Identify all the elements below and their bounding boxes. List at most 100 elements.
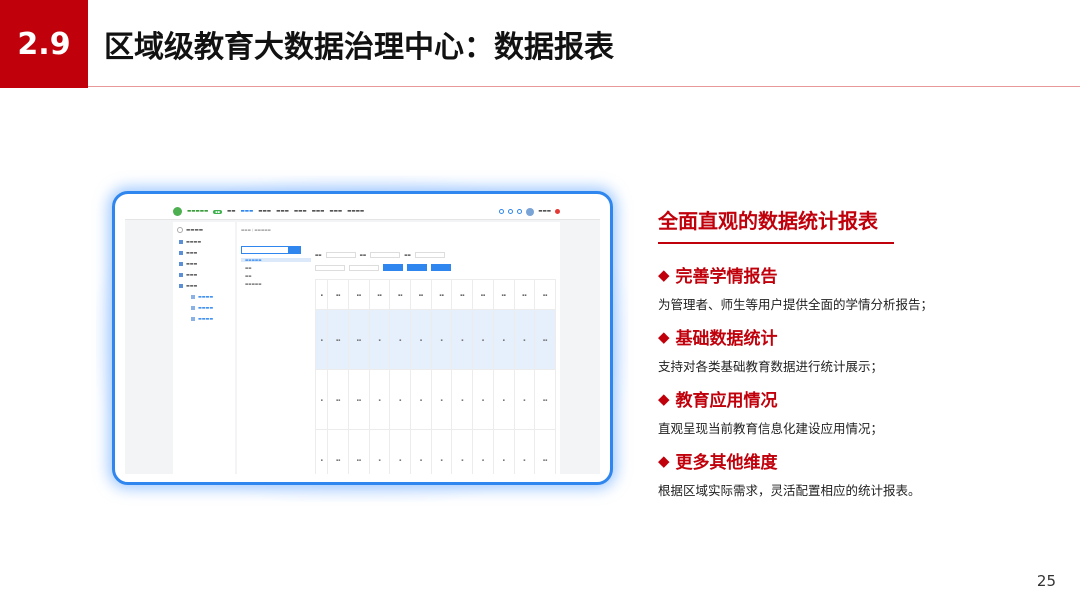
query-button[interactable] (383, 264, 403, 271)
logo-text: ▬▬▬▬▬ (187, 209, 209, 214)
title-divider (88, 86, 1080, 87)
bell-icon[interactable] (508, 209, 514, 214)
sidebar-header: ▬▬▬▬ (177, 227, 235, 233)
folder-icon (179, 250, 183, 255)
badge: ▪▪ (213, 209, 223, 214)
nav-item[interactable]: ▬▬▬▬ (347, 209, 364, 214)
report-table: ▪ ▪▪ ▪▪ ▪▪ ▪▪ ▪▪ ▪▪ ▪▪ ▪▪ ▪▪ ▪▪ ▪▪ ▪ ▪▪ ▪▪ ▪ ▪ ▪ ▪ ▪ ▪ ▪ ▪ ▪▪ … (314, 279, 556, 474)
feature-description: 支持对各类基础教育数据进行统计展示； (658, 359, 884, 374)
search-icon[interactable] (499, 209, 505, 214)
sidebar-item[interactable]: ▬▬▬ (179, 261, 235, 266)
nav-item[interactable]: ▬▬▬ (258, 209, 271, 214)
avatar[interactable] (526, 207, 535, 216)
nav-item[interactable]: ▬▬▬ (329, 209, 342, 214)
filter-label: ▬▬ (404, 253, 411, 257)
feature-heading-text: 基础数据统计 (675, 329, 778, 349)
table-row[interactable]: ▪ ▪▪ ▪▪ ▪ ▪ ▪ ▪ ▪ ▪ ▪ ▪ ▪▪ (314, 369, 556, 430)
sidebar-item[interactable]: ▬▬▬ (179, 250, 235, 255)
table-row[interactable]: ▪ ▪▪ ▪▪ ▪ ▪ ▪ ▪ ▪ ▪ ▪ ▪ ▪▪ (314, 429, 556, 474)
feature-item: ◆ 完善学情报告 为管理者、师生等用户提供全面的学情分析报告； (658, 262, 1068, 313)
nav-item[interactable]: ▬▬ (227, 209, 236, 214)
table-header: ▪▪ (492, 279, 515, 310)
feature-heading: ◆ 教育应用情况 (658, 386, 1068, 412)
file-icon (191, 316, 195, 321)
table-header: ▪▪ (513, 279, 536, 310)
panel-title: 全面直观的数据统计报表 (658, 209, 878, 233)
filter-select[interactable] (349, 264, 379, 271)
export-button[interactable] (431, 264, 451, 271)
feature-item: ◆ 基础数据统计 支持对各类基础教育数据进行统计展示； (658, 324, 1068, 375)
sidebar-item[interactable]: ▬▬▬ (179, 283, 235, 288)
folder-icon (179, 239, 183, 244)
nav-item[interactable]: ▬▬▬ (276, 209, 289, 214)
table-header: ▪▪ (389, 279, 412, 310)
file-icon (191, 305, 195, 310)
help-icon[interactable] (517, 209, 523, 214)
table-header: ▪▪ (534, 279, 556, 310)
filter-row: ▬▬ ▬▬ ▬▬ (315, 252, 556, 258)
feature-heading: ◆ 完善学情报告 (658, 262, 1068, 288)
tree-search-input[interactable] (241, 246, 289, 254)
feature-heading-text: 更多其他维度 (675, 453, 778, 473)
diamond-bullet-icon: ◆ (658, 451, 670, 470)
app-sidebar: ▬▬▬▬ ▬▬▬▬ ▬▬▬ ▬▬▬ ▬▬▬ ▬▬▬ ▬▬▬▬ ▬▬▬▬ ▬▬▬▬ (173, 222, 235, 474)
tree-node[interactable]: ▬▬▬▬▬ (241, 282, 311, 286)
filter-label: ▬▬ (315, 253, 322, 257)
tree-node[interactable]: ▬▬ (241, 274, 311, 278)
tree-node[interactable]: ▬▬ (241, 266, 311, 270)
feature-heading-text: 完善学情报告 (675, 267, 778, 287)
nav-item-active[interactable]: ▬▬▬ (241, 209, 254, 214)
topbar-tools: ▬▬▬ (499, 207, 560, 216)
section-number: 2.9 (0, 0, 88, 88)
feature-panel: 全面直观的数据统计报表 ◆ 完善学情报告 为管理者、师生等用户提供全面的学情分析报… (658, 205, 1068, 510)
tree-search-button[interactable] (289, 246, 301, 254)
table-row[interactable]: ▪ ▪▪ ▪▪ ▪ ▪ ▪ ▪ ▪ ▪ ▪ ▪ ▪▪ (314, 309, 556, 370)
sidebar-subitem[interactable]: ▬▬▬▬ (191, 316, 235, 321)
notification-dot (555, 209, 560, 214)
table-header: ▪▪ (410, 279, 432, 310)
filter-select[interactable] (325, 252, 356, 258)
report-content: ▬▬ ▬▬ ▬▬ ▪ ▪▪ ▪▪ ▪▪ ▪▪ ▪▪ ▪▪ ▪▪ ▪▪ ▪▪ ▪▪… (314, 246, 556, 474)
page-number: 25 (1036, 572, 1056, 590)
tree-node-selected[interactable]: ▬▬▬▬▬ (241, 258, 311, 262)
app-main: ▬▬▬ / ▬▬▬▬▬ ▬▬▬▬▬ ▬▬ ▬▬ ▬▬▬▬▬ ▬▬ ▬▬ ▬▬ ▪… (237, 222, 560, 474)
feature-heading-text: 教育应用情况 (675, 391, 778, 411)
org-tree: ▬▬▬▬▬ ▬▬ ▬▬ ▬▬▬▬▬ (241, 246, 311, 286)
folder-icon (179, 283, 183, 288)
table-header: ▪ (314, 279, 329, 310)
folder-icon (179, 261, 183, 266)
tree-search (241, 246, 311, 254)
table-header: ▪▪ (430, 279, 453, 310)
table-header: ▪▪ (348, 279, 370, 310)
sidebar-subitem-active[interactable]: ▬▬▬▬ (191, 294, 235, 299)
file-icon (191, 294, 195, 299)
action-row (315, 264, 556, 271)
folder-icon (179, 272, 183, 277)
nav-item[interactable]: ▬▬▬ (294, 209, 307, 214)
page-title: 区域级教育大数据治理中心：数据报表 (104, 30, 614, 65)
table-header: ▪▪ (368, 279, 391, 310)
sidebar-subitem[interactable]: ▬▬▬▬ (191, 305, 235, 310)
filter-input[interactable] (414, 252, 445, 258)
menu-icon[interactable] (177, 227, 183, 233)
screenshot-thumbnail: ▬▬▬▬▬ ▪▪ ▬▬ ▬▬▬ ▬▬▬ ▬▬▬ ▬▬▬ ▬▬▬ ▬▬▬ ▬▬▬▬… (125, 204, 600, 474)
filter-select[interactable] (315, 264, 345, 271)
table-header: ▪▪ (472, 279, 494, 310)
feature-description: 根据区域实际需求，灵活配置相应的统计报表。 (658, 483, 921, 498)
feature-item: ◆ 更多其他维度 根据区域实际需求，灵活配置相应的统计报表。 (658, 448, 1068, 499)
feature-description: 直观呈现当前教育信息化建设应用情况； (658, 421, 884, 436)
reset-button[interactable] (407, 264, 427, 271)
feature-description: 为管理者、师生等用户提供全面的学情分析报告； (658, 297, 934, 312)
feature-heading: ◆ 基础数据统计 (658, 324, 1068, 350)
filter-label: ▬▬ (359, 253, 367, 257)
sidebar-item[interactable]: ▬▬▬ (179, 272, 235, 277)
diamond-bullet-icon: ◆ (658, 327, 670, 346)
filter-select[interactable] (370, 252, 401, 258)
nav-item[interactable]: ▬▬▬ (312, 209, 325, 214)
user-name: ▬▬▬ (538, 209, 551, 214)
slide: 2.9 区域级教育大数据治理中心：数据报表 ▬▬▬▬▬ ▪▪ ▬▬ ▬▬▬ ▬▬… (0, 0, 1080, 608)
sidebar-item[interactable]: ▬▬▬▬ (179, 239, 235, 244)
diamond-bullet-icon: ◆ (658, 265, 670, 284)
diamond-bullet-icon: ◆ (658, 389, 670, 408)
feature-heading: ◆ 更多其他维度 (658, 448, 1068, 474)
